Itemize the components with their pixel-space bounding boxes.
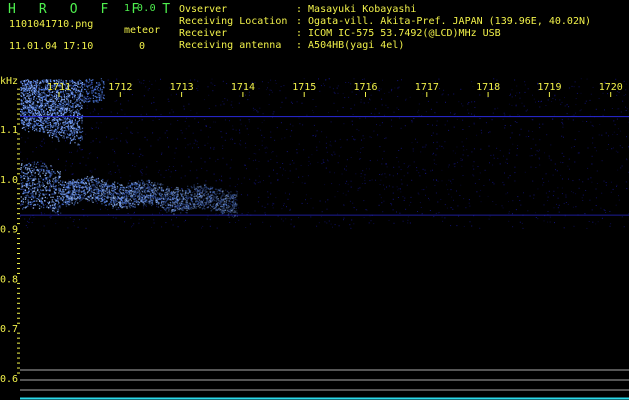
time-label: 1714 <box>231 82 255 93</box>
observer-value: : Masayuki Kobayashi <box>296 4 417 15</box>
y-tick-label: 0.9 <box>0 225 18 236</box>
observer-label: Ovserver <box>179 4 228 15</box>
frequency-axis: kHz 1.1 1.0 0.9 0.8 0.7 0.6 <box>0 76 20 385</box>
header-panel: H R O F F T 1.0.0 1101041710.png meteor … <box>0 0 629 74</box>
meteor-label: meteor <box>124 25 161 36</box>
time-label: 1718 <box>476 82 500 93</box>
time-label: 1715 <box>292 82 316 93</box>
noise-layer <box>20 78 629 229</box>
antenna-label: Receiving antenna <box>179 40 282 51</box>
y-tick-label: 0.8 <box>0 274 18 285</box>
filename: 1101041710.png <box>9 19 94 30</box>
datetime: 11.01.04 17:10 <box>9 41 94 52</box>
signal-layer <box>20 78 239 218</box>
antenna-value: : A504HB(yagi 4el) <box>296 40 405 51</box>
y-tick-label: 1.1 <box>0 125 18 136</box>
y-tick-label: 0.6 <box>0 374 18 385</box>
receiver-value: : ICOM IC-575 53.7492(@LCD)MHz USB <box>296 28 501 39</box>
time-label: 1717 <box>415 82 439 93</box>
time-label: 1712 <box>108 82 132 93</box>
receiver-label: Receiver <box>179 28 228 39</box>
time-label: 1716 <box>354 82 378 93</box>
time-label: 1713 <box>170 82 194 93</box>
time-label: 1720 <box>599 82 623 93</box>
meteor-count: 0 <box>139 41 146 52</box>
y-tick-label: 1.0 <box>0 175 18 186</box>
app-version: 1.0.0 <box>124 3 157 14</box>
frequency-unit-label: kHz <box>0 76 18 87</box>
location-value: : Ogata-vill. Akita-Pref. JAPAN (139.96E… <box>296 16 592 27</box>
time-label: 1719 <box>537 82 561 93</box>
location-label: Receiving Location <box>179 16 288 27</box>
time-label: 1711 <box>47 82 71 93</box>
y-tick-label: 0.7 <box>0 324 18 335</box>
spectrogram-plot: 1711 1712 1713 1714 1715 1716 1717 1718 1719 1720 <box>20 78 629 400</box>
